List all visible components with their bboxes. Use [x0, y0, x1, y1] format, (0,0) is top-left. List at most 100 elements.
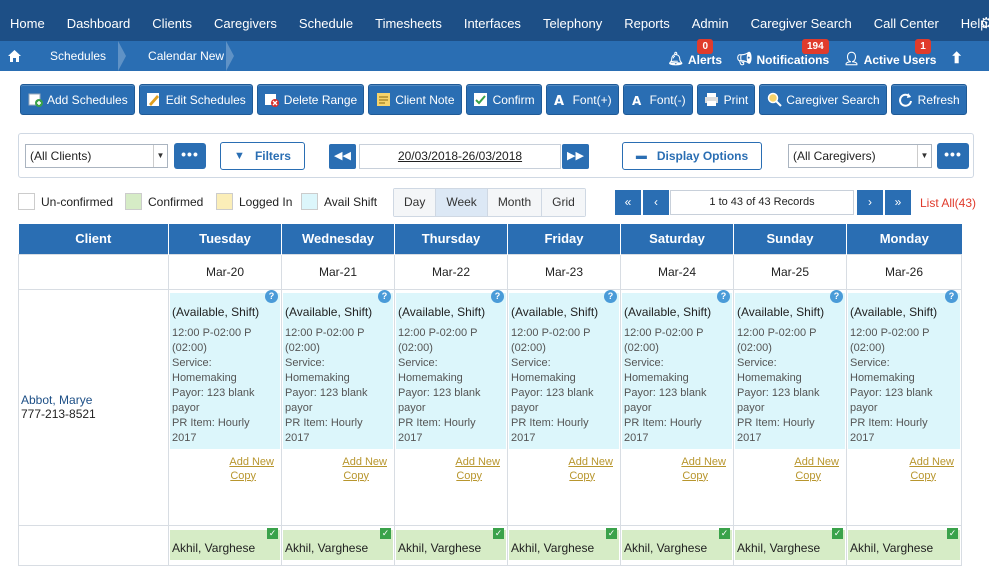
- confirmed-shift-card[interactable]: ✓ Akhil, Varghese: [622, 527, 732, 560]
- print-button[interactable]: Print: [696, 84, 756, 115]
- help-icon[interactable]: ?: [491, 289, 504, 303]
- available-shift-card[interactable]: ? (Available, Shift) 12:00 P-02:00 P (02:00…: [735, 289, 845, 449]
- confirmed-shift-card[interactable]: ✓ Akhil, Varghese: [509, 527, 619, 560]
- nav-item-interfaces[interactable]: Interfaces: [453, 0, 532, 41]
- help-icon[interactable]: ?: [265, 289, 278, 303]
- add-new-link[interactable]: Add New: [847, 455, 954, 469]
- shift-detail-line: 12:00 P-02:00 P: [398, 326, 478, 339]
- prev-week-button[interactable]: ◀◀: [329, 144, 356, 169]
- font-button[interactable]: A Font(-): [622, 84, 693, 115]
- nav-item-caregiver-search[interactable]: Caregiver Search: [740, 0, 863, 41]
- confirmed-shift-card[interactable]: ✓ Akhil, Varghese: [283, 527, 393, 560]
- nav-item-dashboard[interactable]: Dashboard: [56, 0, 142, 41]
- breadcrumb-schedules[interactable]: Schedules: [28, 41, 127, 71]
- upload-icon[interactable]: ⬆: [950, 41, 963, 71]
- shift-detail-line: 2017: [737, 431, 762, 444]
- available-shift-card[interactable]: ? (Available, Shift) 12:00 P-02:00 P (02:00…: [170, 289, 280, 449]
- add-new-link[interactable]: Add New: [734, 455, 839, 469]
- nav-item-reports[interactable]: Reports: [613, 0, 681, 41]
- available-shift-card[interactable]: ? (Available, Shift) 12:00 P-02:00 P (02:00…: [848, 289, 960, 449]
- add-new-link[interactable]: Add New: [508, 455, 613, 469]
- copy-link[interactable]: Copy: [734, 469, 839, 483]
- copy-link[interactable]: Copy: [508, 469, 613, 483]
- caregiver-more-button[interactable]: •••: [937, 143, 969, 169]
- copy-link[interactable]: Copy: [282, 469, 387, 483]
- shift-detail-line: PR Item: Hourly: [398, 416, 476, 429]
- gear-icon[interactable]: ⚙: [980, 14, 989, 32]
- shift-detail-line: PR Item: Hourly: [285, 416, 363, 429]
- copy-link[interactable]: Copy: [621, 469, 726, 483]
- shift-detail-line: Payor: 123 blank: [511, 386, 594, 399]
- last-page-button[interactable]: »: [885, 190, 911, 215]
- shift-details: 12:00 P-02:00 P (02:00) Service: Homemaking…: [624, 326, 732, 446]
- view-tab-week[interactable]: Week: [436, 189, 488, 216]
- add-new-link[interactable]: Add New: [395, 455, 500, 469]
- client-note-button[interactable]: Client Note: [368, 84, 462, 115]
- view-tab-grid[interactable]: Grid: [542, 189, 585, 216]
- available-shift-card[interactable]: ? (Available, Shift) 12:00 P-02:00 P (02:00…: [509, 289, 619, 449]
- add-new-link[interactable]: Add New: [282, 455, 387, 469]
- copy-link[interactable]: Copy: [169, 469, 274, 483]
- shift-title: (Available, Shift): [398, 304, 486, 319]
- shift-detail-line: Service:: [737, 356, 777, 369]
- available-shift-card[interactable]: ? (Available, Shift) 12:00 P-02:00 P (02:00…: [283, 289, 393, 449]
- legend-avail-shift: Avail Shift: [301, 193, 377, 210]
- shift-detail-line: (02:00): [285, 341, 320, 354]
- copy-link[interactable]: Copy: [395, 469, 500, 483]
- list-all-link[interactable]: List All(43): [920, 196, 976, 210]
- next-page-button[interactable]: ›: [857, 190, 883, 215]
- date-range-picker[interactable]: 20/03/2018-26/03/2018: [359, 144, 561, 169]
- home-icon[interactable]: [0, 41, 28, 71]
- active-users-button[interactable]: 👤︎ Active Users 1: [843, 39, 936, 71]
- filters-button[interactable]: ▼ Filters: [220, 142, 305, 170]
- edit-schedules-button[interactable]: Edit Schedules: [138, 84, 253, 115]
- nav-item-clients[interactable]: Clients: [141, 0, 203, 41]
- confirmed-shift-card[interactable]: ✓ Akhil, Varghese: [396, 527, 506, 560]
- view-tab-month[interactable]: Month: [487, 189, 543, 216]
- nav-item-home[interactable]: Home: [0, 0, 56, 41]
- shift-detail-line: payor: [172, 401, 200, 414]
- help-icon[interactable]: ?: [830, 289, 843, 303]
- view-tab-day[interactable]: Day: [394, 189, 437, 216]
- caregiver-search-button[interactable]: Caregiver Search: [759, 84, 887, 115]
- client-name-link[interactable]: Abbot, Marye: [21, 393, 168, 407]
- alerts-button[interactable]: 🔔︎ Alerts 0: [667, 39, 722, 71]
- available-shift-card[interactable]: ? (Available, Shift) 12:00 P-02:00 P (02:00…: [622, 289, 732, 449]
- confirmed-shift-card[interactable]: ✓ Akhil, Varghese: [735, 527, 845, 560]
- nav-item-telephony[interactable]: Telephony: [532, 0, 613, 41]
- confirmed-shift-card[interactable]: ✓ Akhil, Varghese: [848, 527, 960, 560]
- add-new-link[interactable]: Add New: [169, 455, 274, 469]
- next-week-button[interactable]: ▶▶: [562, 144, 589, 169]
- delete-range-button[interactable]: Delete Range: [256, 84, 365, 115]
- confirm-button[interactable]: Confirm: [465, 84, 542, 115]
- font-button[interactable]: A Font(+): [545, 84, 619, 115]
- nav-item-call-center[interactable]: Call Center: [863, 0, 950, 41]
- caregiver-select[interactable]: (All Caregivers) ▼: [788, 144, 932, 168]
- display-options-button[interactable]: ▬ Display Options: [622, 142, 762, 170]
- help-icon[interactable]: ?: [378, 289, 391, 303]
- available-shift-card[interactable]: ? (Available, Shift) 12:00 P-02:00 P (02:00…: [396, 289, 506, 449]
- first-page-button[interactable]: «: [615, 190, 641, 215]
- nav-item-timesheets[interactable]: Timesheets: [364, 0, 453, 41]
- legend-label: Confirmed: [148, 194, 204, 209]
- help-icon[interactable]: ?: [717, 289, 730, 303]
- shift-detail-line: payor: [398, 401, 426, 414]
- client-more-button[interactable]: •••: [174, 143, 206, 169]
- nav-item-admin[interactable]: Admin: [681, 0, 740, 41]
- nav-item-caregivers[interactable]: Caregivers: [203, 0, 288, 41]
- prev-page-button[interactable]: ‹: [643, 190, 669, 215]
- client-select[interactable]: (All Clients) ▼: [25, 144, 168, 168]
- shift-detail-line: payor: [737, 401, 765, 414]
- copy-link[interactable]: Copy: [847, 469, 954, 483]
- notifications-button[interactable]: 📢︎ Notifications 194: [736, 39, 830, 71]
- help-icon[interactable]: ?: [945, 289, 958, 303]
- add-new-link[interactable]: Add New: [621, 455, 726, 469]
- nav-item-schedule[interactable]: Schedule: [288, 0, 364, 41]
- confirmed-shift-card[interactable]: ✓ Akhil, Varghese: [170, 527, 280, 560]
- notifications-count-badge: 194: [802, 39, 829, 54]
- refresh-button[interactable]: Refresh: [890, 84, 967, 115]
- add-schedules-button[interactable]: Add Schedules: [20, 84, 135, 115]
- breadcrumb-calendar-new[interactable]: Calendar New: [126, 41, 235, 71]
- notifications-label: Notifications: [756, 53, 830, 67]
- help-icon[interactable]: ?: [604, 289, 617, 303]
